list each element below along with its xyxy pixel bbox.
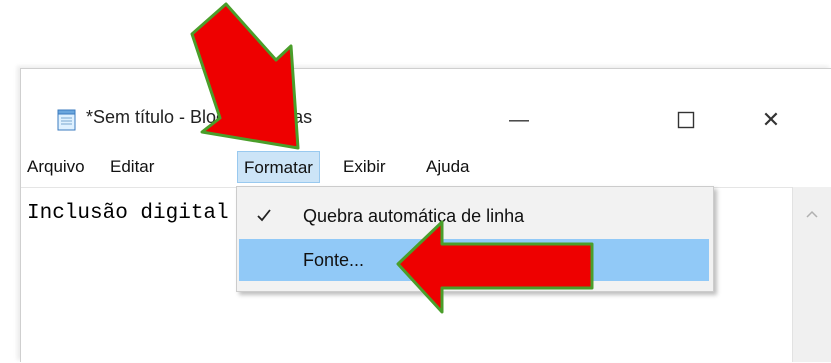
- minimize-icon: —: [509, 108, 529, 131]
- menu-editar[interactable]: Editar: [104, 151, 160, 183]
- maximize-button[interactable]: [663, 103, 709, 137]
- close-button[interactable]: ✕: [748, 103, 794, 137]
- font-label: Fonte...: [303, 250, 365, 270]
- minimize-button[interactable]: —: [496, 103, 542, 137]
- word-wrap-label: Quebra automática de linha: [303, 206, 525, 226]
- vertical-scrollbar[interactable]: [792, 187, 831, 362]
- scroll-up-icon[interactable]: [805, 209, 819, 219]
- menu-arquivo[interactable]: Arquivo: [21, 151, 91, 183]
- menu-item-word-wrap[interactable]: Quebra automática de linha: [239, 195, 709, 237]
- notepad-icon: [57, 109, 76, 131]
- format-menu-dropdown: Quebra automática de linha Fonte...: [236, 186, 714, 292]
- title-bar[interactable]: *Sem título - Bloco de Notas — ✕: [21, 69, 831, 141]
- menu-formatar[interactable]: Formatar: [237, 151, 320, 183]
- menu-bar: Arquivo Editar Formatar Exibir Ajuda: [21, 151, 831, 183]
- menu-ajuda[interactable]: Ajuda: [420, 151, 475, 183]
- editor-content: Inclusão digital: [27, 202, 229, 225]
- close-icon: ✕: [761, 107, 781, 132]
- menu-exibir[interactable]: Exibir: [337, 151, 392, 183]
- menu-item-font[interactable]: Fonte...: [239, 239, 709, 281]
- checkmark-icon: [257, 209, 271, 222]
- maximize-icon: [677, 111, 695, 129]
- window-title: *Sem título - Bloco de Notas: [86, 107, 313, 127]
